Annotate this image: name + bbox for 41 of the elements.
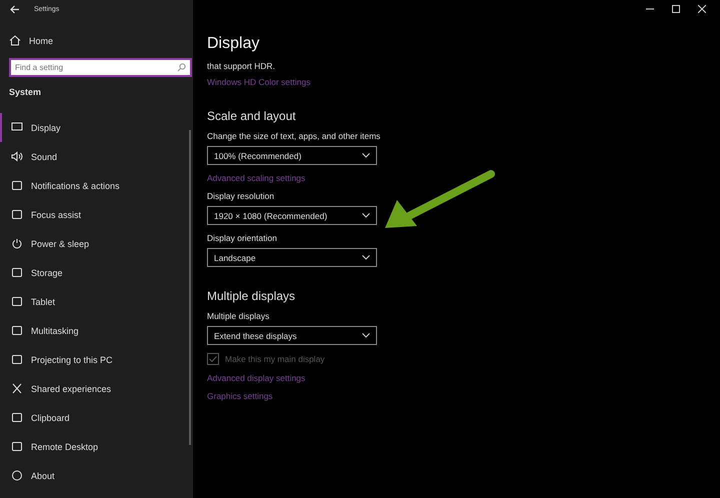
home-link[interactable]: Home [29, 36, 54, 46]
dropdown[interactable]: Landscape [207, 248, 377, 267]
field-label: Display orientation [207, 233, 278, 243]
close-icon[interactable] [698, 5, 706, 13]
sidebar-item[interactable]: Remote Desktop [0, 432, 193, 461]
chevron-icon [362, 213, 370, 218]
sidebar-item[interactable]: Multitasking [0, 316, 193, 345]
search-icon [177, 63, 186, 72]
chevron-icon [362, 153, 370, 158]
hdr-description: that support HDR. [207, 61, 276, 71]
section-heading: System [8, 86, 42, 97]
sidebar-item[interactable]: Clipboard [0, 403, 193, 432]
search-field[interactable]: Find a setting [9, 58, 192, 77]
field-label: Change the size of text, apps, and other items [207, 131, 382, 141]
home-icon [9, 35, 21, 46]
page-title: Display [207, 35, 260, 53]
dropdown[interactable]: 100% (Recommended) [207, 146, 377, 165]
sidebar-item[interactable]: Storage [0, 258, 193, 287]
sidebar-item[interactable]: Power & sleep [0, 229, 193, 258]
chevron-icon [362, 255, 370, 260]
speaker-icon [11, 151, 23, 162]
field-label: Display resolution [207, 191, 276, 201]
dropdown[interactable]: 1920 × 1080 (Recommended) [207, 206, 377, 225]
power-icon [11, 238, 23, 249]
sidebar-item[interactable]: Shared experiences [0, 374, 193, 403]
field-label: Multiple displays [207, 311, 270, 321]
dropdown[interactable]: Extend these displays [207, 326, 377, 345]
back-icon[interactable] [10, 4, 20, 14]
chevron-icon [362, 333, 370, 338]
sidebar-item[interactable]: Projecting to this PC [0, 345, 193, 374]
sidebar-item[interactable]: Sound [0, 142, 193, 171]
sidebar-item[interactable]: Tablet [0, 287, 193, 316]
section-heading: Scale and layout [207, 109, 297, 123]
checkbox-label: Make this my main display [225, 354, 325, 364]
sidebar-item[interactable]: Notifications & actions [0, 171, 193, 200]
sidebar-item[interactable]: Focus assist [0, 200, 193, 229]
sidebar-item[interactable]: About [0, 461, 193, 490]
monitor-icon [11, 122, 23, 133]
section-heading: Multiple displays [207, 289, 296, 303]
scrollbar[interactable] [189, 130, 191, 445]
maximize-icon[interactable] [672, 5, 680, 13]
